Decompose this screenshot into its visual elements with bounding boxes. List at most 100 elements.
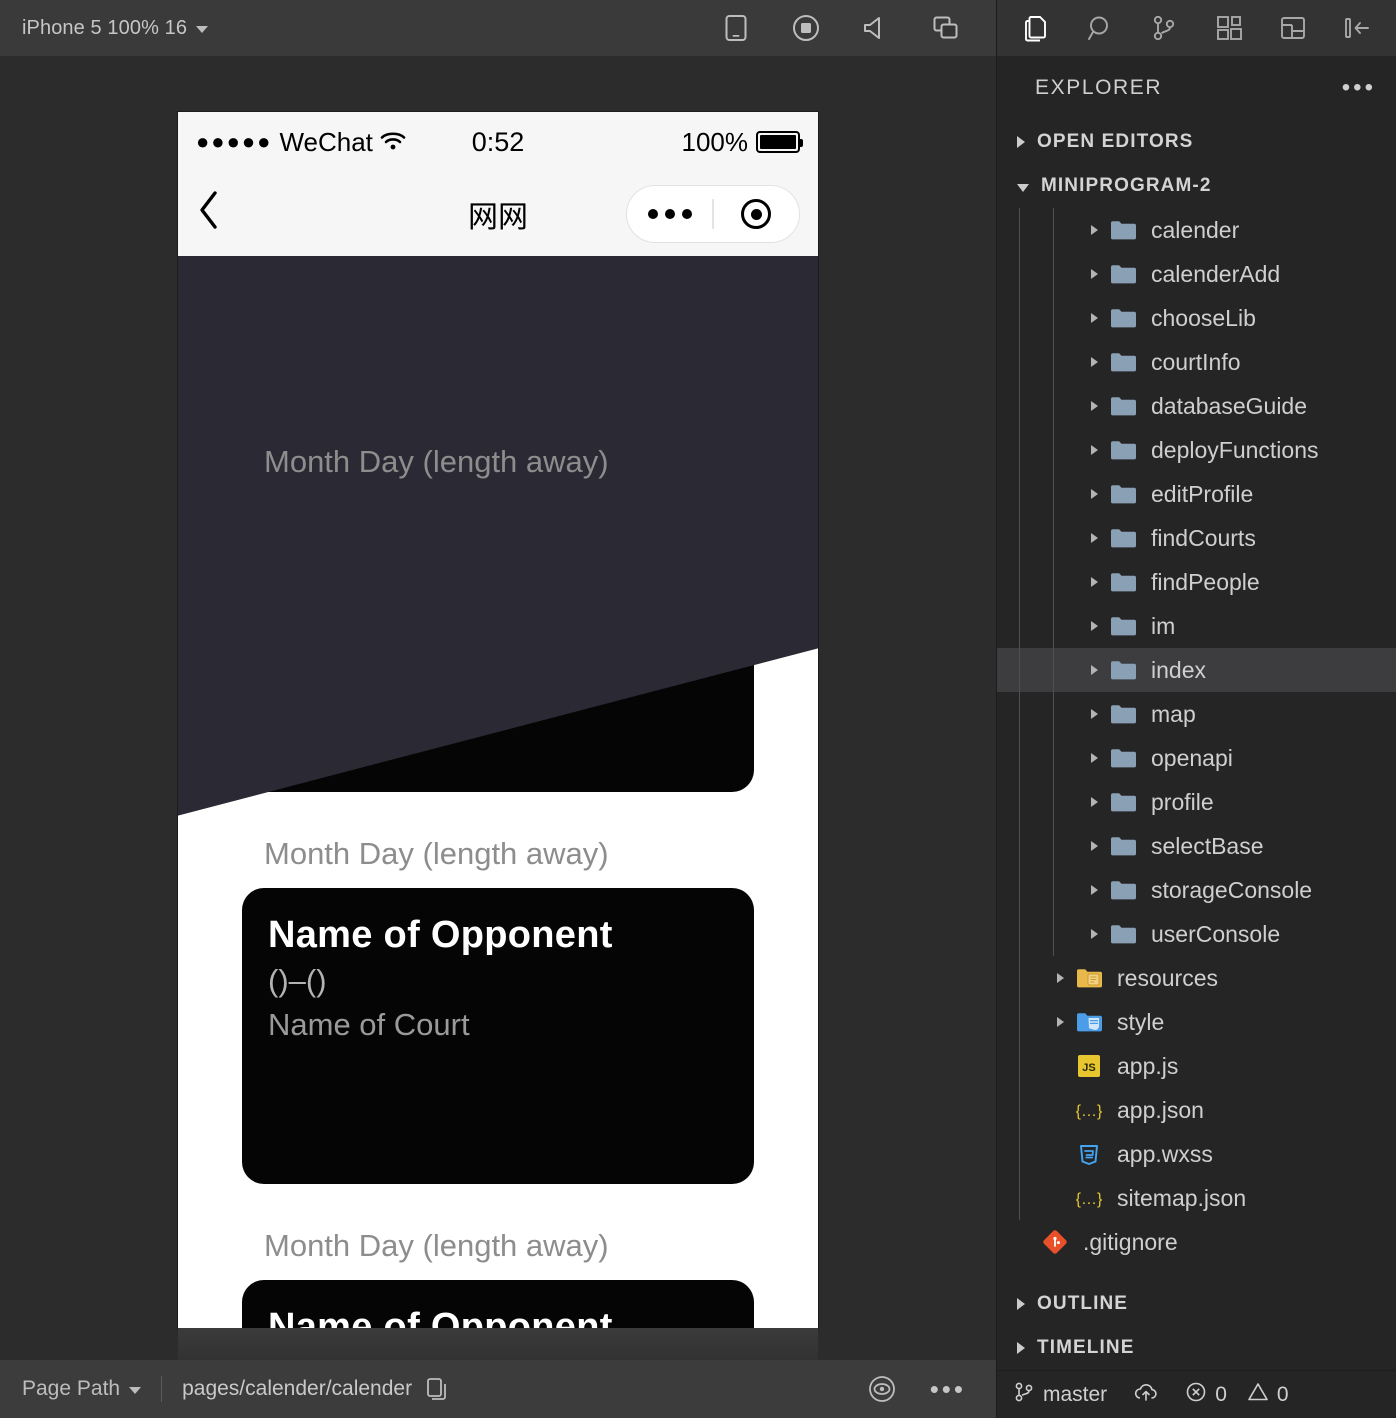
record-icon[interactable] [792, 14, 820, 42]
collapse-sidebar-icon[interactable] [1342, 13, 1372, 43]
tree-row-chooselib[interactable]: chooseLib [997, 296, 1396, 340]
tree-row-selectbase[interactable]: selectBase [997, 824, 1396, 868]
json-icon: {…} [1075, 1184, 1103, 1212]
chevron-right-icon[interactable] [1091, 489, 1098, 499]
device-icon[interactable] [722, 14, 750, 42]
sync-button[interactable] [1133, 1381, 1159, 1409]
tree-row-calender[interactable]: calender [997, 208, 1396, 252]
source-control-icon[interactable] [1149, 13, 1179, 43]
tree-row-courtinfo[interactable]: courtInfo [997, 340, 1396, 384]
event-opponent: Name of Opponent [268, 1306, 613, 1328]
capsule-close-button[interactable] [714, 199, 799, 229]
indent-guide [1053, 252, 1054, 296]
eye-icon[interactable] [868, 1375, 896, 1403]
folder-icon [1109, 568, 1137, 596]
tree-row-calenderadd[interactable]: calenderAdd [997, 252, 1396, 296]
chevron-right-icon[interactable] [1091, 753, 1098, 763]
tree-row-resources[interactable]: resources [997, 956, 1396, 1000]
folder-icon [1109, 832, 1137, 860]
back-button[interactable] [196, 188, 222, 240]
svg-text:{…}: {…} [1076, 1191, 1102, 1208]
chevron-right-icon[interactable] [1091, 621, 1098, 631]
simulator-bottom-fade [178, 1328, 818, 1360]
section-workspace[interactable]: MINIPROGRAM-2 [997, 164, 1396, 208]
status-bar: master 0 0 [997, 1370, 1396, 1418]
section-timeline[interactable]: TIMELINE [997, 1326, 1396, 1370]
device-selector[interactable]: iPhone 5 100% 16 [22, 17, 209, 40]
panel-more-actions-icon[interactable]: ••• [1342, 74, 1376, 102]
chevron-right-icon[interactable] [1091, 225, 1098, 235]
layout-icon[interactable] [1278, 13, 1308, 43]
tree-row-app-js[interactable]: JS app.js [997, 1044, 1396, 1088]
simulator-stage: ●●●●● WeChat 0:52 100% 网网 Month Day (len… [0, 56, 996, 1360]
chevron-right-icon [1017, 1298, 1025, 1310]
chevron-right-icon[interactable] [1091, 841, 1098, 851]
chevron-right-icon[interactable] [1057, 1017, 1064, 1027]
indent-guide [1019, 1044, 1020, 1088]
capsule-menu-button[interactable] [627, 209, 712, 219]
volume-icon[interactable] [862, 14, 890, 42]
chevron-right-icon[interactable] [1091, 577, 1098, 587]
tree-row-index[interactable]: index [997, 648, 1396, 692]
tree-item-label: style [1117, 1008, 1165, 1035]
chevron-right-icon[interactable] [1091, 401, 1098, 411]
tree-row-databaseguide[interactable]: databaseGuide [997, 384, 1396, 428]
section-outline[interactable]: OUTLINE [997, 1282, 1396, 1326]
tree-row-deployfunctions[interactable]: deployFunctions [997, 428, 1396, 472]
tree-row-userconsole[interactable]: userConsole [997, 912, 1396, 956]
search-icon[interactable] [1085, 13, 1115, 43]
section-open-editors[interactable]: OPEN EDITORS [997, 120, 1396, 164]
tree-row-app-wxss[interactable]: app.wxss [997, 1132, 1396, 1176]
copy-icon[interactable] [426, 1377, 448, 1401]
tree-row-map[interactable]: map [997, 692, 1396, 736]
tree-row-im[interactable]: im [997, 604, 1396, 648]
tree-row--gitignore[interactable]: .gitignore [997, 1220, 1396, 1264]
event-card[interactable]: Name of Opponent ()–() Name of Court [242, 1280, 754, 1328]
branch-indicator[interactable]: master [1013, 1381, 1107, 1409]
tree-row-app-json[interactable]: {…} app.json [997, 1088, 1396, 1132]
event-card[interactable]: Name of Opponent ()–() Name of Court [242, 888, 754, 1184]
chevron-right-icon[interactable] [1091, 709, 1098, 719]
chevron-right-icon[interactable] [1091, 665, 1098, 675]
indent-guide [1019, 252, 1020, 296]
chevron-right-icon[interactable] [1091, 797, 1098, 807]
window-icon[interactable] [932, 14, 960, 42]
tree-item-label: databaseGuide [1151, 392, 1308, 419]
folder-icon [1109, 876, 1137, 904]
tree-row-sitemap-json[interactable]: {…} sitemap.json [997, 1176, 1396, 1220]
explorer-icon[interactable] [1021, 13, 1051, 43]
chevron-right-icon[interactable] [1091, 445, 1098, 455]
panel-title-bar: EXPLORER ••• [997, 56, 1396, 120]
tree-row-storageconsole[interactable]: storageConsole [997, 868, 1396, 912]
ellipsis-icon[interactable]: ••• [930, 1374, 966, 1405]
tree-item-label: findPeople [1151, 568, 1260, 595]
problems-indicator[interactable]: 0 0 [1185, 1381, 1289, 1409]
tree-item-label: app.wxss [1117, 1140, 1213, 1167]
tree-row-profile[interactable]: profile [997, 780, 1396, 824]
chevron-right-icon[interactable] [1057, 973, 1064, 983]
tree-row-style[interactable]: style [997, 1000, 1396, 1044]
tree-row-openapi[interactable]: openapi [997, 736, 1396, 780]
page-path-value[interactable]: pages/calender/calender [182, 1377, 412, 1401]
target-icon [741, 199, 772, 229]
tree-row-findcourts[interactable]: findCourts [997, 516, 1396, 560]
chevron-right-icon[interactable] [1091, 885, 1098, 895]
indent-guide [1053, 516, 1054, 560]
tree-row-findpeople[interactable]: findPeople [997, 560, 1396, 604]
chevron-right-icon[interactable] [1091, 929, 1098, 939]
source-control-icon [1013, 1381, 1035, 1409]
extensions-icon[interactable] [1214, 13, 1244, 43]
chevron-right-icon[interactable] [1091, 357, 1098, 367]
chevron-right-icon[interactable] [1091, 533, 1098, 543]
indent-guide [1053, 692, 1054, 736]
chevron-down-icon [129, 1387, 142, 1394]
chevron-right-icon[interactable] [1091, 269, 1098, 279]
chevron-down-icon [196, 26, 209, 33]
event-day-label: Month Day (length away) [264, 836, 609, 871]
warning-icon [1247, 1381, 1269, 1409]
chevron-right-icon[interactable] [1091, 313, 1098, 323]
tree-row-editprofile[interactable]: editProfile [997, 472, 1396, 516]
page-path-selector[interactable]: Page Path [22, 1377, 142, 1401]
simulator-bottom-bar: Page Path pages/calender/calender ••• [0, 1360, 996, 1418]
panel-title: EXPLORER [1035, 76, 1163, 99]
